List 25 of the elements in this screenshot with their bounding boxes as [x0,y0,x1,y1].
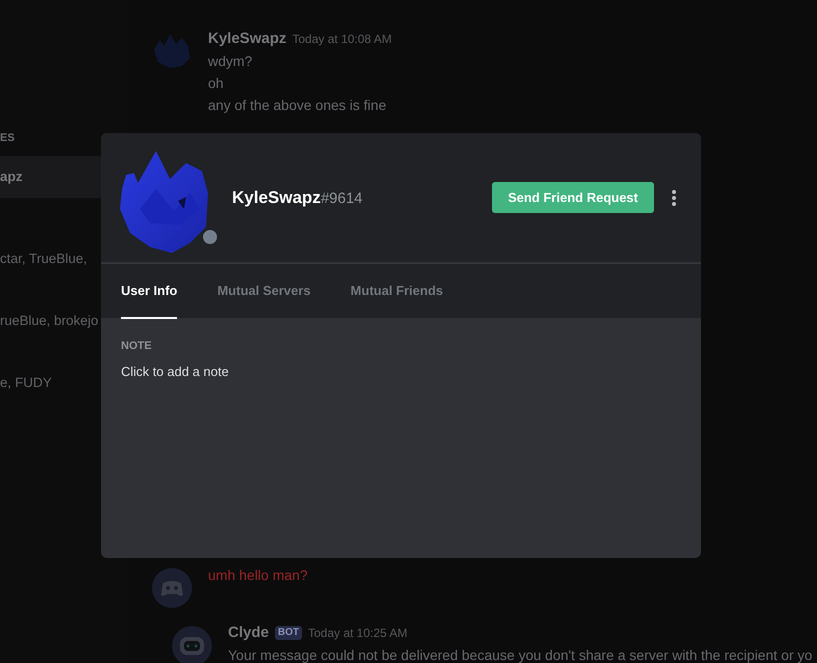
more-options-icon[interactable] [671,188,677,206]
profile-tab[interactable]: Mutual Servers [217,264,311,319]
send-friend-request-button[interactable]: Send Friend Request [492,182,654,213]
conversation-item[interactable]: rueBlue, brokejo [0,300,101,342]
profile-tab[interactable]: User Info [121,264,178,319]
profile-tab[interactable]: Mutual Friends [350,264,443,319]
message-text: umh hello man? [208,566,308,585]
conversation-item[interactable]: apz [0,156,101,198]
message-text: oh [208,74,225,93]
author-name[interactable]: KyleSwapz [208,28,286,50]
message-text: Your message could not be delivered because you don't share a server with the recipient or yo [228,646,812,663]
message-text: wdym? [208,52,254,71]
message-text: any of the above ones is fine [208,96,388,115]
timestamp: Today at 10:25 AM [308,625,408,642]
bot-badge: BOT [274,626,302,640]
timestamp: Today at 10:08 AM [292,31,392,48]
note-field[interactable]: Click to add a note [121,362,681,380]
conversation-item[interactable]: e, FUDY [0,362,101,404]
conversation-item[interactable]: ctar, TrueBlue, [0,238,101,280]
section-label: ES [0,131,16,146]
author-name[interactable]: Clyde [228,622,269,644]
controller-avatar-icon [152,568,192,608]
robot-avatar-icon [172,626,212,663]
username: KyleSwapz#9614 [232,186,364,208]
note-label: NOTE [121,339,153,354]
